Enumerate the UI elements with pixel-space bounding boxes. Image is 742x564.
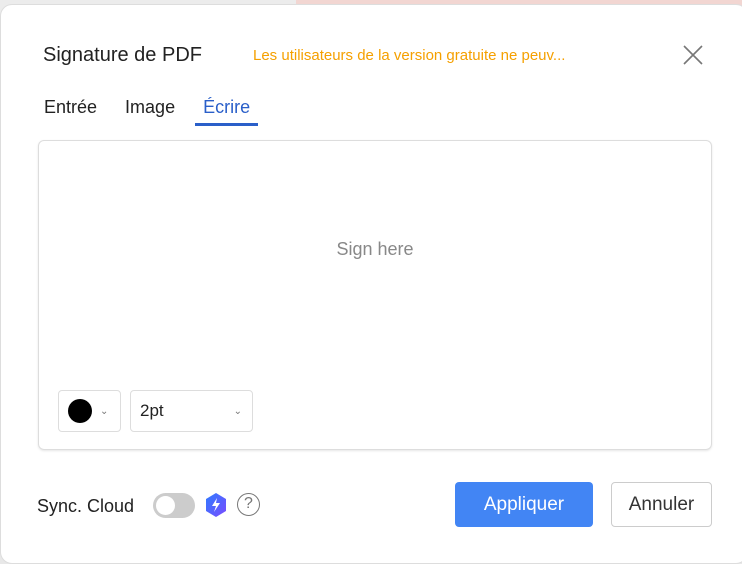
tab-bar: Entrée Image Écrire: [44, 97, 278, 126]
color-swatch: [68, 399, 92, 423]
sync-cloud-toggle[interactable]: [153, 493, 195, 518]
pen-size-value: 2pt: [140, 401, 164, 420]
pen-color-select[interactable]: ⌄: [58, 390, 121, 432]
chevron-down-icon: ⌄: [233, 405, 242, 417]
cancel-button[interactable]: Annuler: [611, 482, 712, 527]
tab-image[interactable]: Image: [125, 97, 175, 123]
pdf-signature-dialog: Signature de PDF Les utilisateurs de la …: [0, 4, 742, 564]
help-icon[interactable]: ?: [237, 493, 260, 516]
tab-ecrire[interactable]: Écrire: [195, 97, 259, 126]
chevron-down-icon: ⌄: [100, 405, 109, 417]
pen-size-select[interactable]: 2pt ⌄: [130, 390, 253, 432]
premium-bolt-icon: [206, 493, 226, 517]
apply-button[interactable]: Appliquer: [455, 482, 593, 527]
dialog-title: Signature de PDF: [43, 44, 202, 66]
tab-entree[interactable]: Entrée: [44, 97, 97, 123]
signature-canvas[interactable]: Sign here ⌄ 2pt ⌄: [38, 140, 712, 450]
sign-here-placeholder: Sign here: [336, 239, 414, 259]
close-icon[interactable]: [681, 43, 705, 67]
free-version-warning[interactable]: Les utilisateurs de la version gratuite …: [253, 47, 565, 64]
sync-cloud-label: Sync. Cloud: [37, 496, 135, 516]
